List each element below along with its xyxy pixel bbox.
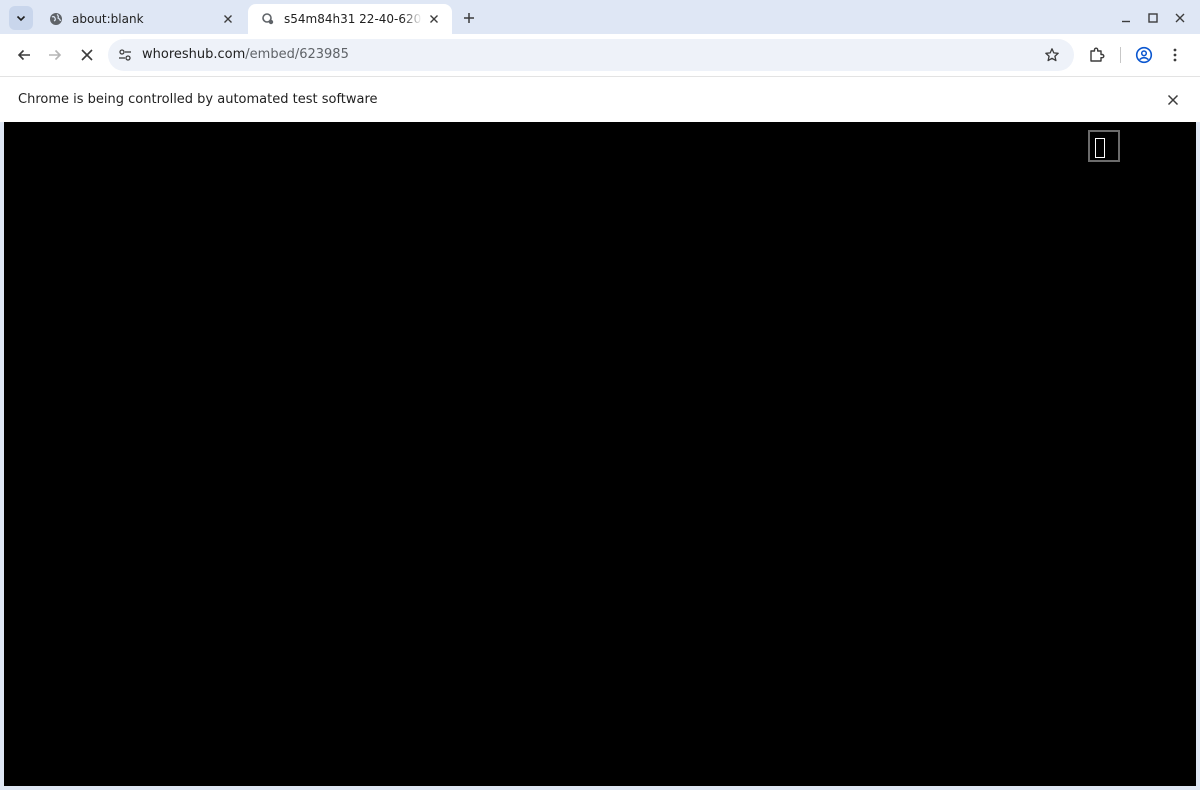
close-window-button[interactable]	[1170, 8, 1190, 28]
automation-infobar: Chrome is being controlled by automated …	[0, 76, 1200, 122]
missing-glyph-icon[interactable]	[1088, 130, 1120, 162]
new-tab-button[interactable]	[459, 8, 479, 28]
chevron-down-icon	[16, 15, 26, 22]
missing-glyph-box	[1095, 138, 1105, 158]
close-icon	[1175, 13, 1185, 23]
site-info-icon[interactable]	[115, 45, 135, 65]
toolbar-separator	[1120, 47, 1121, 63]
browser-window: about:blank s54m84h31 22-40-6202 n	[0, 0, 1200, 790]
url-host: whoreshub.com	[142, 47, 246, 62]
tab-strip: about:blank s54m84h31 22-40-6202 n	[0, 0, 1200, 34]
loading-spinner-icon	[260, 11, 276, 27]
globe-icon	[48, 11, 64, 27]
minimize-button[interactable]	[1116, 8, 1136, 28]
tab-title: s54m84h31 22-40-6202 n	[284, 12, 422, 26]
stop-loading-button[interactable]	[75, 43, 99, 67]
tab-active[interactable]: s54m84h31 22-40-6202 n	[248, 4, 452, 34]
page-content	[4, 122, 1196, 786]
close-infobar-icon[interactable]	[1163, 90, 1183, 110]
maximize-icon	[1148, 13, 1158, 23]
url-path: /embed/623985	[245, 47, 349, 62]
tab-title: about:blank	[72, 12, 144, 26]
more-vert-icon	[1173, 48, 1177, 62]
maximize-button[interactable]	[1143, 8, 1163, 28]
puzzle-piece-icon	[1090, 47, 1105, 62]
extensions-button[interactable]	[1085, 43, 1109, 67]
arrow-right-icon	[49, 49, 62, 61]
browser-toolbar: whoreshub.com/embed/623985	[0, 34, 1200, 76]
close-tab-icon[interactable]	[426, 11, 442, 27]
address-bar[interactable]: whoreshub.com/embed/623985	[108, 39, 1074, 71]
menu-button[interactable]	[1163, 43, 1187, 67]
tab-about-blank[interactable]: about:blank	[36, 4, 246, 34]
close-icon	[81, 49, 93, 61]
minimize-icon	[1122, 20, 1130, 23]
forward-button[interactable]	[43, 43, 67, 67]
profile-button[interactable]	[1132, 43, 1156, 67]
close-tab-icon[interactable]	[220, 11, 236, 27]
url-text[interactable]: whoreshub.com/embed/623985	[142, 47, 349, 62]
infobar-message: Chrome is being controlled by automated …	[18, 92, 378, 107]
arrow-left-icon	[17, 49, 30, 61]
back-button[interactable]	[12, 43, 36, 67]
plus-icon	[464, 13, 474, 23]
account-circle-icon	[1135, 46, 1153, 64]
bookmark-star-icon[interactable]	[1042, 45, 1062, 65]
tab-search-button[interactable]	[9, 6, 33, 30]
